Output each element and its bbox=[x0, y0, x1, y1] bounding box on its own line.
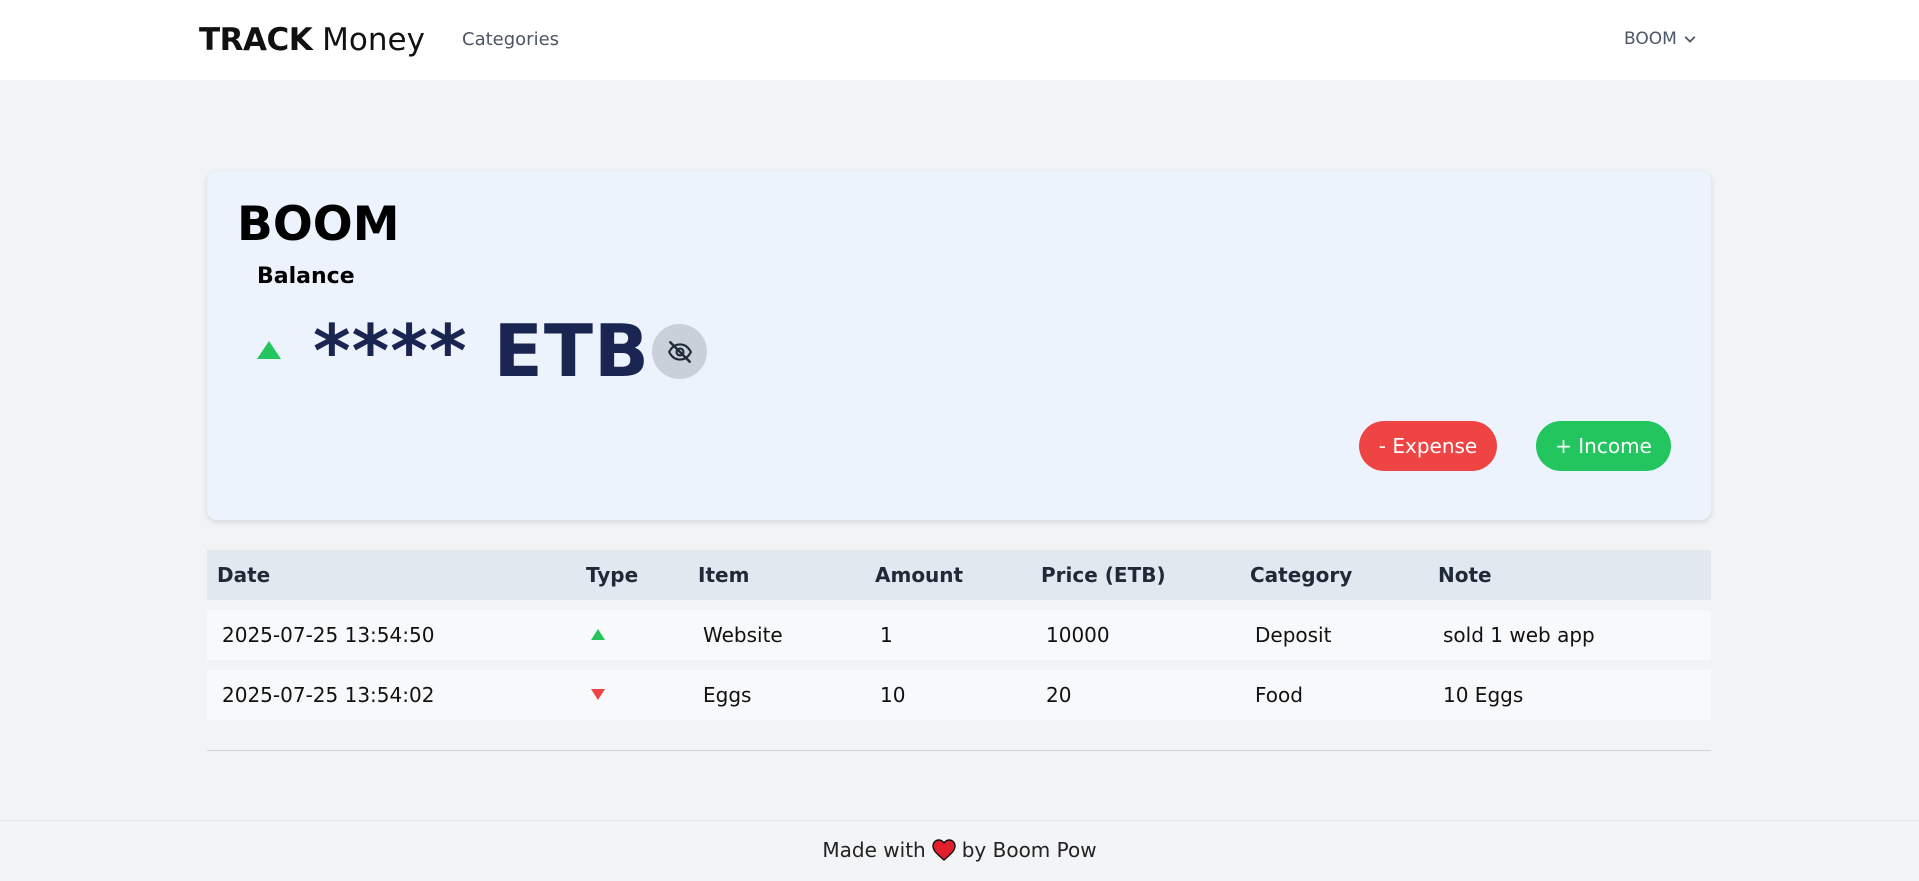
cell-note: 10 Eggs bbox=[1443, 683, 1524, 707]
cell-date: 2025-07-25 13:54:50 bbox=[222, 623, 435, 647]
balance-label: Balance bbox=[257, 264, 355, 289]
cell-price: 10000 bbox=[1046, 623, 1110, 647]
user-menu[interactable]: BOOM bbox=[1624, 27, 1697, 51]
footer-author: by Boom Pow bbox=[961, 838, 1097, 862]
brand-logo[interactable]: TRACK Money bbox=[199, 20, 425, 60]
header-date[interactable]: Date bbox=[217, 550, 270, 600]
balance-card: BOOM Balance **** ETB - Expense + Income bbox=[207, 171, 1711, 520]
cell-category: Food bbox=[1255, 683, 1303, 707]
account-name: BOOM bbox=[237, 197, 400, 252]
add-expense-button[interactable]: - Expense bbox=[1359, 421, 1497, 471]
footer-made-with: Made with bbox=[822, 838, 926, 862]
brand-light: Money bbox=[322, 22, 425, 58]
table-row[interactable]: 2025-07-25 13:54:50 Website 1 10000 Depo… bbox=[207, 610, 1711, 660]
nav-link-categories[interactable]: Categories bbox=[462, 28, 559, 52]
chevron-down-icon bbox=[1684, 36, 1696, 43]
cell-item: Eggs bbox=[703, 683, 752, 707]
footer-text: Made with by Boom Pow bbox=[0, 835, 1919, 865]
brand-bold: TRACK bbox=[199, 22, 313, 58]
header-note[interactable]: Note bbox=[1438, 550, 1492, 600]
cell-item: Website bbox=[703, 623, 783, 647]
table-header: Date Type Item Amount Price (ETB) Catego… bbox=[207, 550, 1711, 600]
cell-category: Deposit bbox=[1255, 623, 1332, 647]
table-row[interactable]: 2025-07-25 13:54:02 Eggs 10 20 Food 10 E… bbox=[207, 670, 1711, 720]
cell-amount: 1 bbox=[880, 623, 893, 647]
header-amount[interactable]: Amount bbox=[875, 550, 963, 600]
toggle-balance-visibility-button[interactable] bbox=[652, 324, 707, 379]
header-type[interactable]: Type bbox=[586, 550, 638, 600]
cell-note: sold 1 web app bbox=[1443, 623, 1595, 647]
expense-arrow-icon bbox=[591, 689, 605, 700]
add-income-button[interactable]: + Income bbox=[1536, 421, 1671, 471]
header-item[interactable]: Item bbox=[698, 550, 749, 600]
cell-amount: 10 bbox=[880, 683, 906, 707]
income-arrow-icon bbox=[591, 629, 605, 640]
cell-date: 2025-07-25 13:54:02 bbox=[222, 683, 435, 707]
cell-price: 20 bbox=[1046, 683, 1072, 707]
eye-slash-icon bbox=[667, 340, 692, 363]
trend-up-icon bbox=[257, 341, 281, 359]
balance-value: **** ETB bbox=[313, 309, 650, 393]
navbar: TRACK Money Categories BOOM bbox=[0, 0, 1919, 80]
header-price[interactable]: Price (ETB) bbox=[1041, 550, 1166, 600]
divider bbox=[207, 750, 1711, 751]
heart-icon bbox=[932, 839, 956, 861]
transactions-table: Date Type Item Amount Price (ETB) Catego… bbox=[207, 550, 1711, 720]
user-menu-label: BOOM bbox=[1624, 29, 1677, 49]
footer: Made with by Boom Pow bbox=[0, 820, 1919, 881]
header-category[interactable]: Category bbox=[1250, 550, 1352, 600]
